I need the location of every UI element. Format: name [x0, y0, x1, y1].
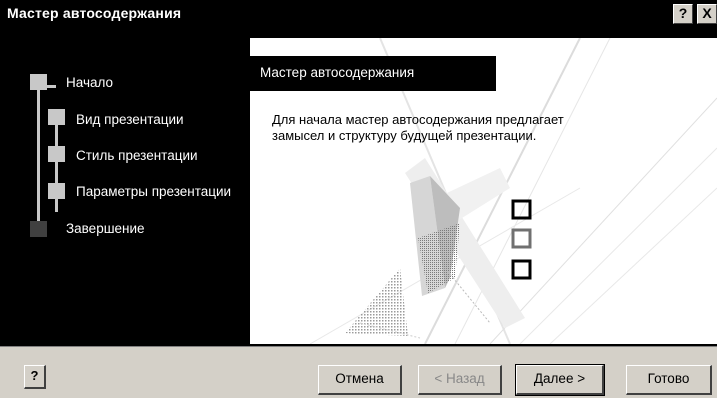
help-title-button[interactable]: ? — [673, 4, 693, 24]
step-connector — [37, 75, 40, 230]
cancel-button[interactable]: Отмена — [318, 365, 402, 395]
step-marker-view — [48, 109, 65, 125]
window-title: Мастер автосодержания — [7, 5, 182, 21]
help-button[interactable]: ? — [24, 365, 46, 389]
content-panel: Мастер автосодержания Для начала мастер … — [250, 38, 717, 344]
step-start[interactable]: Начало — [66, 75, 113, 90]
close-button[interactable]: X — [697, 4, 717, 24]
step-marker-start — [30, 74, 47, 90]
step-finish[interactable]: Завершение — [66, 221, 145, 236]
next-button[interactable]: Далее > — [515, 364, 605, 396]
title-bar: Мастер автосодержания ? X — [0, 0, 717, 28]
button-bar: ? Отмена < Назад Далее > Готово — [0, 346, 717, 398]
step-view[interactable]: Вид презентации — [76, 112, 184, 127]
wizard-window: Мастер автосодержания ? X Начало Вид пре… — [0, 0, 717, 398]
step-style[interactable]: Стиль презентации — [76, 148, 198, 163]
steps-panel: Начало Вид презентации Стиль презентации… — [0, 28, 250, 346]
step-marker-style — [48, 146, 65, 162]
step-marker-params — [48, 183, 65, 199]
step-params[interactable]: Параметры презентации — [76, 184, 231, 199]
step-marker-finish — [30, 221, 47, 237]
panel-title: Мастер автосодержания — [260, 65, 415, 80]
panel-header: Мастер автосодержания — [250, 56, 496, 91]
back-button[interactable]: < Назад — [418, 365, 502, 395]
wizard-main: Начало Вид презентации Стиль презентации… — [0, 28, 717, 346]
panel-description: Для начала мастер автосодержания предлаг… — [272, 112, 564, 143]
finish-button[interactable]: Готово — [626, 365, 712, 395]
